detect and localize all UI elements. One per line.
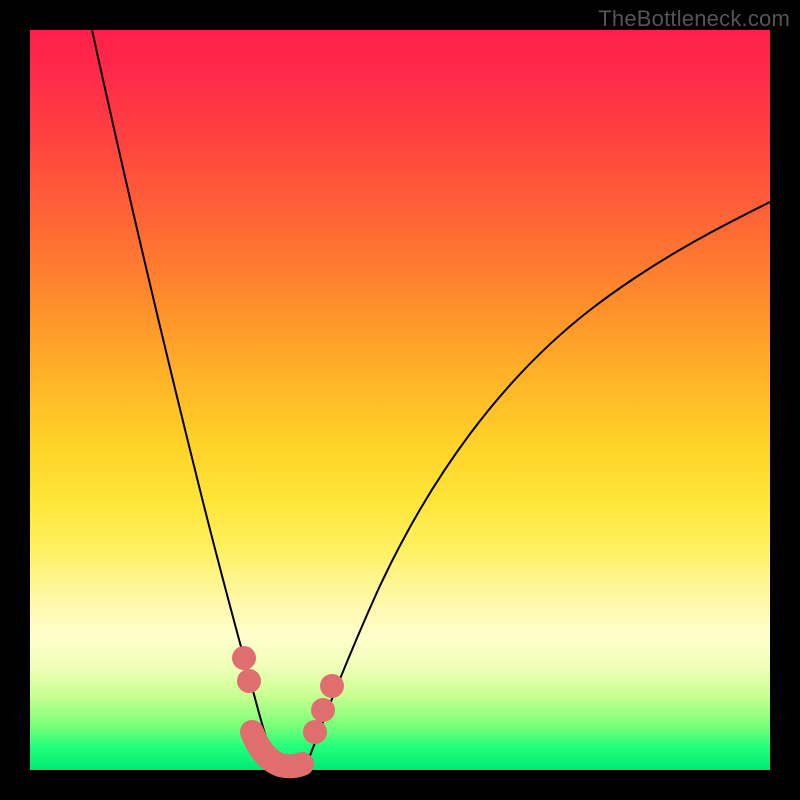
marker-right-2	[311, 698, 335, 722]
marker-right-1	[303, 720, 327, 744]
marker-left-1	[232, 646, 256, 670]
curves-svg	[30, 30, 770, 770]
marker-left-2	[237, 669, 261, 693]
watermark-text: TheBottleneck.com	[598, 6, 790, 32]
right-curve	[306, 202, 770, 766]
plot-area	[30, 30, 770, 770]
marker-right-3	[320, 674, 344, 698]
chart-frame: TheBottleneck.com	[0, 0, 800, 800]
trough-worm	[252, 732, 302, 766]
